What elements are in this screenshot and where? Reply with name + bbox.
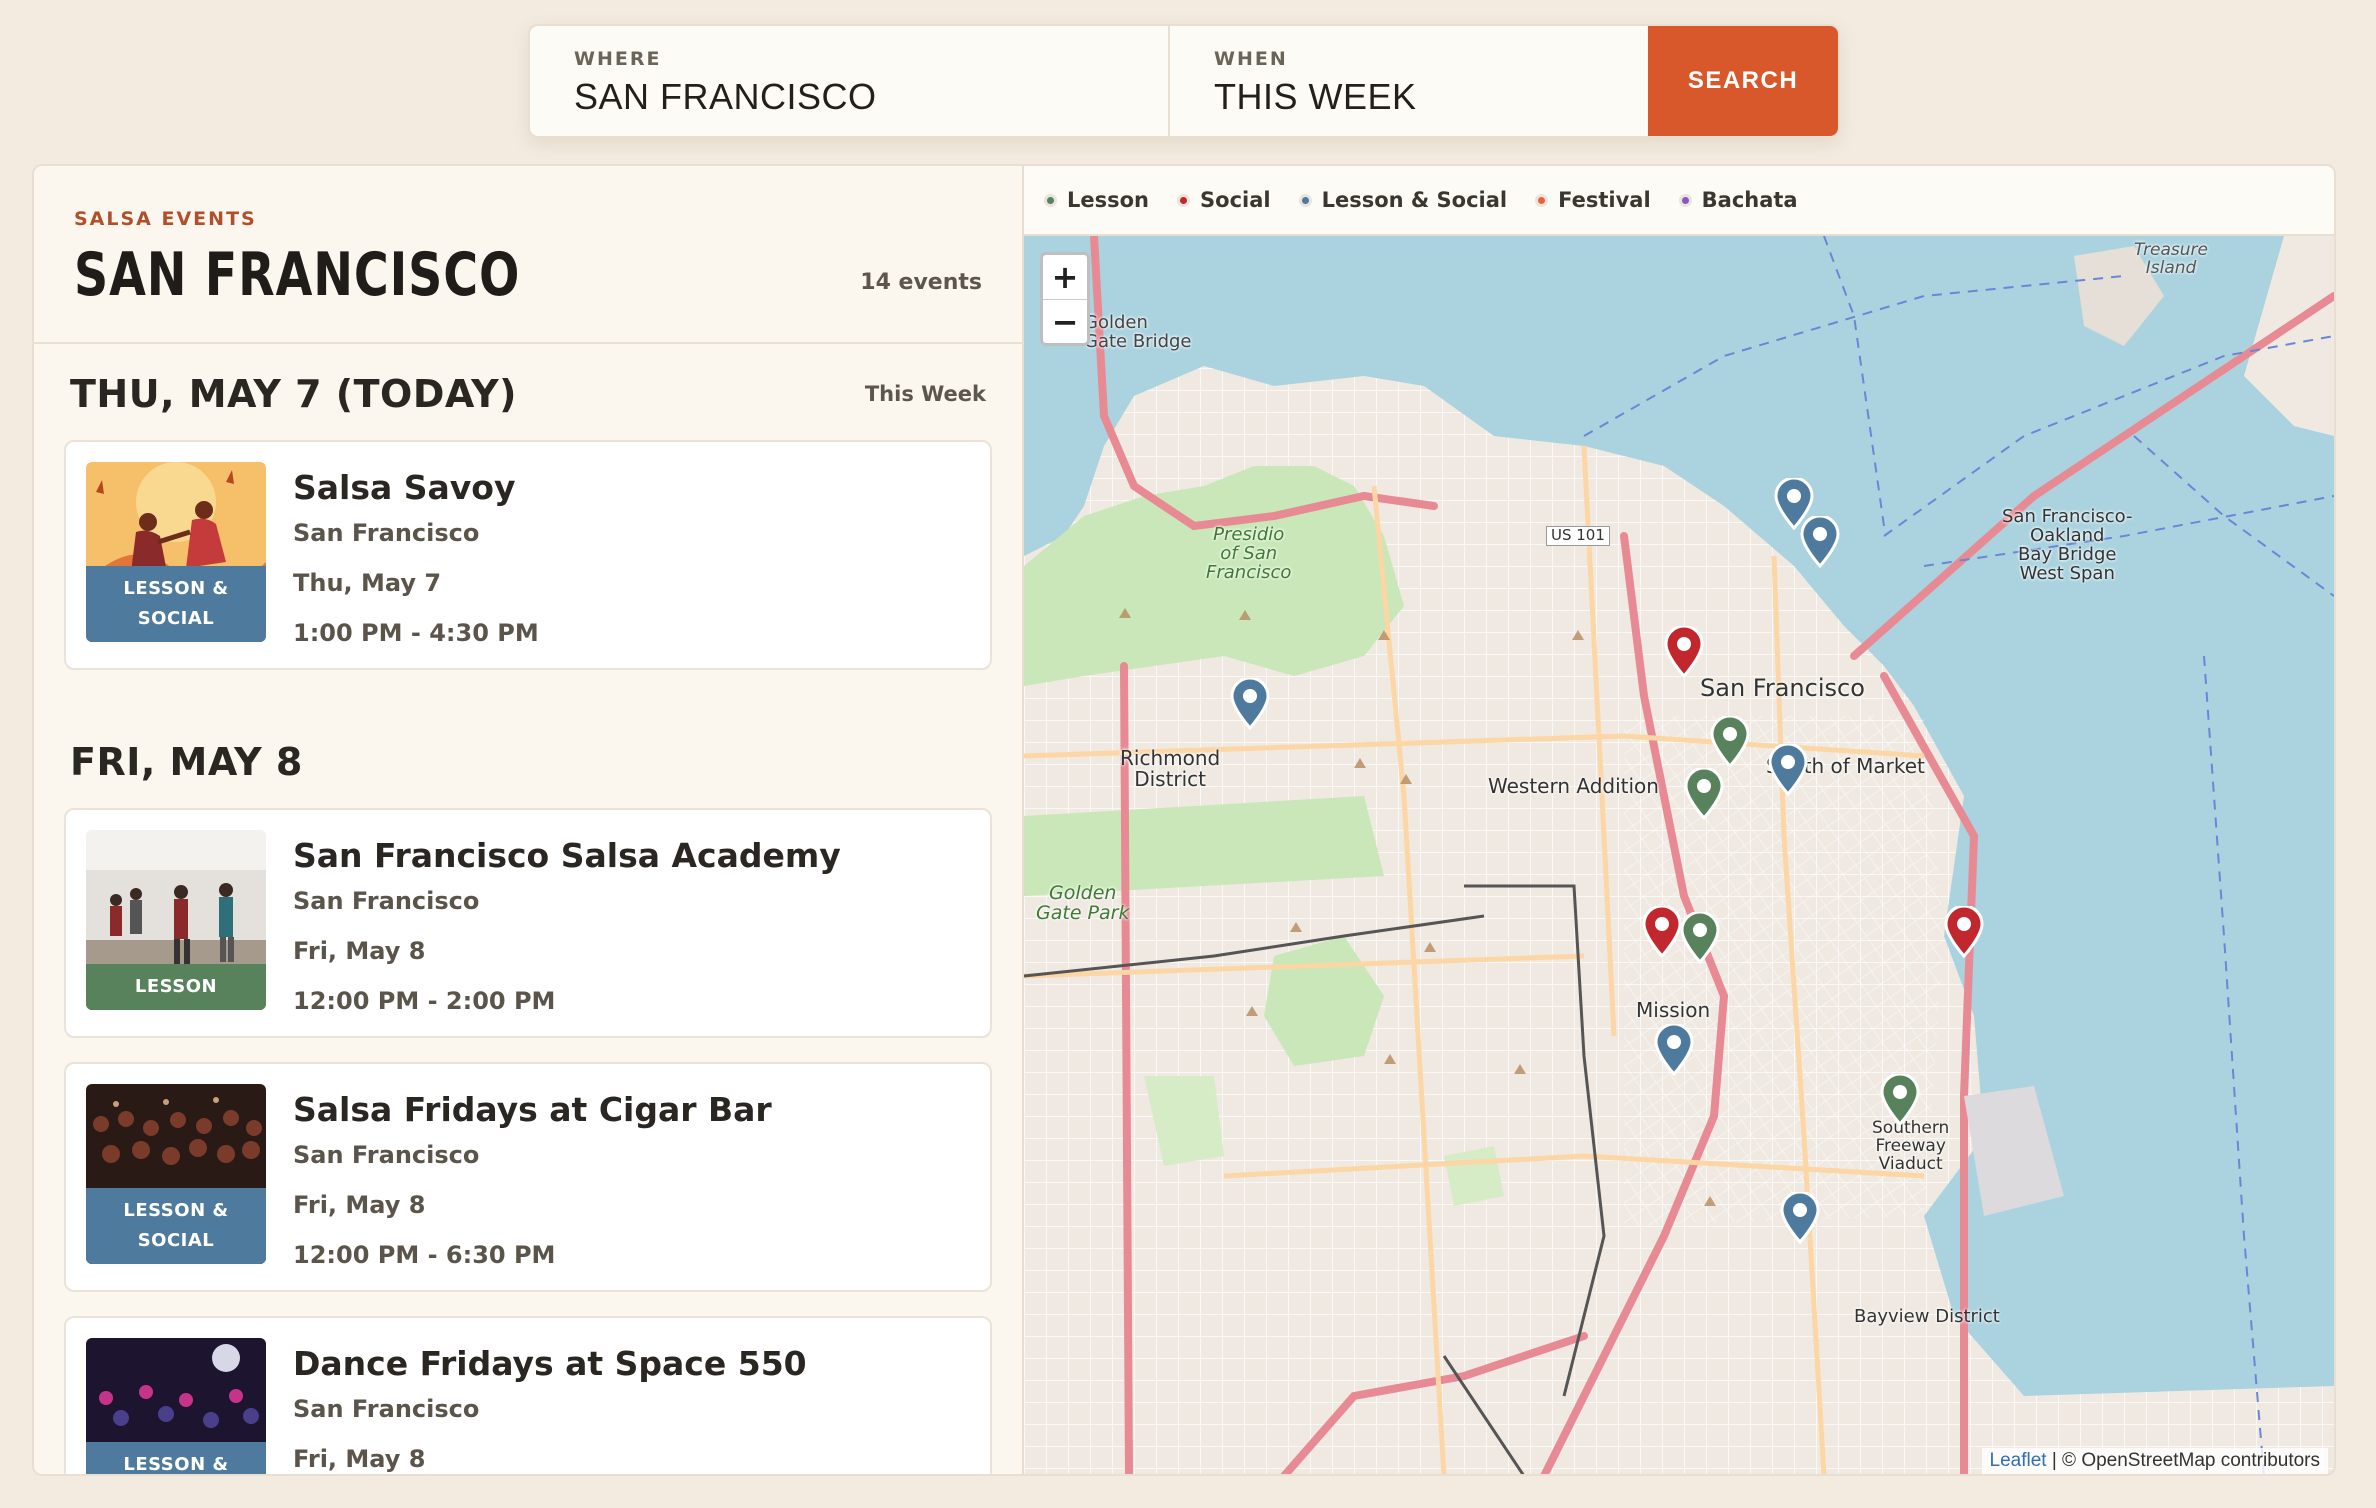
map-label: Presidio of San Francisco [1206, 524, 1292, 583]
event-card-cigar-bar[interactable]: LESSON & SOCIAL Salsa Fridays at Cigar B… [64, 1062, 992, 1292]
where-field[interactable]: WHERE SAN FRANCISCO [530, 26, 1170, 136]
event-card-space-550[interactable]: LESSON & SOCIAL Dance Fridays at Space 5… [64, 1316, 992, 1474]
event-card-salsa-savoy[interactable]: LESSON & SOCIAL Salsa Savoy San Francisc… [64, 440, 992, 670]
search-button[interactable]: SEARCH [1648, 26, 1838, 136]
search-bar: WHERE SAN FRANCISCO WHEN THIS WEEK SEARC… [528, 24, 1840, 138]
map-label: San Francisco- Oakland Bay Bridge West Span [2002, 506, 2133, 584]
map-label: San Francisco [1700, 674, 1865, 702]
legend-item-festival: Festival [1535, 188, 1651, 212]
panel-city-title: SAN FRANCISCO [74, 240, 521, 310]
map-pin[interactable] [1664, 626, 1704, 678]
map-legend: Lesson Social Lesson & Social Festival B… [1024, 166, 2334, 236]
map-pin[interactable] [1654, 1024, 1694, 1076]
map-attribution: Leaflet | © OpenStreetMap contributors [1981, 1448, 2328, 1474]
map-label: US 101 [1546, 526, 1610, 546]
event-name[interactable]: Salsa Savoy [293, 466, 539, 510]
legend-label: Bachata [1701, 188, 1798, 212]
event-name[interactable]: San Francisco Salsa Academy [293, 834, 841, 878]
event-date: Fri, May 8 [293, 1191, 426, 1219]
legend-item-social: Social [1177, 188, 1271, 212]
event-count: 14 events [860, 270, 982, 295]
zoom-in-button[interactable]: + [1043, 255, 1087, 299]
legend-item-lesson: Lesson [1044, 188, 1149, 212]
legend-dot [1044, 193, 1057, 207]
event-thumbnail: LESSON & SOCIAL [86, 1084, 266, 1264]
day-header-fri: FRI, MAY 8 [34, 716, 1022, 808]
when-field[interactable]: WHEN THIS WEEK [1170, 26, 1648, 136]
zoom-out-button[interactable]: − [1043, 299, 1087, 343]
map-pin[interactable] [1880, 1074, 1920, 1126]
map-pin[interactable] [1800, 516, 1840, 568]
event-date: Fri, May 8 [293, 937, 426, 965]
event-time: 1:00 PM - 4:30 PM [293, 619, 539, 647]
map-pin[interactable] [1944, 906, 1984, 958]
event-location: San Francisco [293, 1395, 480, 1423]
event-type-badge: LESSON & SOCIAL [86, 566, 266, 642]
map-label: Treasure Island [2134, 240, 2209, 278]
map-pin[interactable] [1642, 906, 1682, 958]
event-date: Fri, May 8 [293, 1445, 426, 1473]
results-card: SALSA EVENTS SAN FRANCISCO 14 events THU… [32, 164, 2336, 1476]
event-location: San Francisco [293, 519, 480, 547]
where-input[interactable]: SAN FRANCISCO [574, 76, 1124, 118]
event-name[interactable]: Dance Fridays at Space 550 [293, 1342, 807, 1386]
legend-item-lesson-social: Lesson & Social [1298, 188, 1508, 212]
map-pin[interactable] [1780, 1192, 1820, 1244]
event-type-badge: LESSON & SOCIAL [86, 1442, 266, 1474]
map-pin[interactable] [1680, 912, 1720, 964]
event-type-badge: LESSON [86, 964, 266, 1010]
panel-header: SALSA EVENTS SAN FRANCISCO 14 events [34, 166, 1022, 344]
legend-label: Festival [1558, 188, 1651, 212]
map-label: Bayview District [1854, 1306, 2000, 1327]
map-label: Western Addition [1488, 774, 1659, 798]
map-pin[interactable] [1710, 716, 1750, 768]
map-section: Lesson Social Lesson & Social Festival B… [1024, 166, 2334, 1474]
legend-dot [1298, 193, 1312, 207]
map-tiles [1024, 236, 2334, 1474]
event-thumbnail: LESSON & SOCIAL [86, 1338, 266, 1474]
map-pin[interactable] [1684, 768, 1724, 820]
map-label: Mission [1636, 998, 1711, 1022]
when-label: WHEN [1214, 48, 1288, 70]
legend-label: Lesson & Social [1321, 188, 1508, 212]
map-label: Golden Gate Bridge [1084, 312, 1192, 352]
when-input[interactable]: THIS WEEK [1214, 76, 1604, 118]
legend-item-bachata: Bachata [1678, 188, 1798, 212]
day-title: FRI, MAY 8 [70, 740, 303, 784]
event-time: 12:00 PM - 2:00 PM [293, 987, 556, 1015]
legend-dot [1678, 193, 1692, 207]
map-label: Southern Freeway Viaduct [1872, 1118, 1950, 1174]
event-time: 12:00 PM - 6:30 PM [293, 1241, 556, 1269]
legend-label: Lesson [1067, 188, 1150, 212]
event-location: San Francisco [293, 887, 480, 915]
legend-label: Social [1200, 188, 1271, 212]
map-pin[interactable] [1230, 678, 1270, 730]
day-header-thu: THU, MAY 7 (TODAY) This Week [34, 348, 1022, 440]
event-location: San Francisco [293, 1141, 480, 1169]
map-pin[interactable] [1768, 744, 1808, 796]
event-date: Thu, May 7 [293, 569, 442, 597]
event-thumbnail: LESSON & SOCIAL [86, 462, 266, 642]
day-tag: This Week [864, 382, 986, 406]
where-label: WHERE [574, 48, 662, 70]
map-canvas[interactable]: Golden Gate Bridge Treasure Island Presidi… [1024, 236, 2334, 1474]
attribution-text: | © OpenStreetMap contributors [2051, 1450, 2320, 1471]
event-type-badge: LESSON & SOCIAL [86, 1188, 266, 1264]
legend-dot [1177, 193, 1191, 207]
events-panel: SALSA EVENTS SAN FRANCISCO 14 events THU… [34, 166, 1024, 1474]
map-label: Richmond District [1120, 746, 1221, 791]
zoom-control: + − [1040, 252, 1090, 346]
day-title: THU, MAY 7 (TODAY) [70, 372, 518, 416]
leaflet-link[interactable]: Leaflet [1990, 1450, 2047, 1471]
event-name[interactable]: Salsa Fridays at Cigar Bar [293, 1088, 772, 1132]
event-thumbnail: LESSON [86, 830, 266, 1010]
map-label: Golden Gate Park [1036, 882, 1130, 924]
event-card-sf-salsa-academy[interactable]: LESSON San Francisco Salsa Academy San F… [64, 808, 992, 1038]
legend-dot [1535, 193, 1549, 207]
panel-eyebrow: SALSA EVENTS [74, 208, 257, 230]
